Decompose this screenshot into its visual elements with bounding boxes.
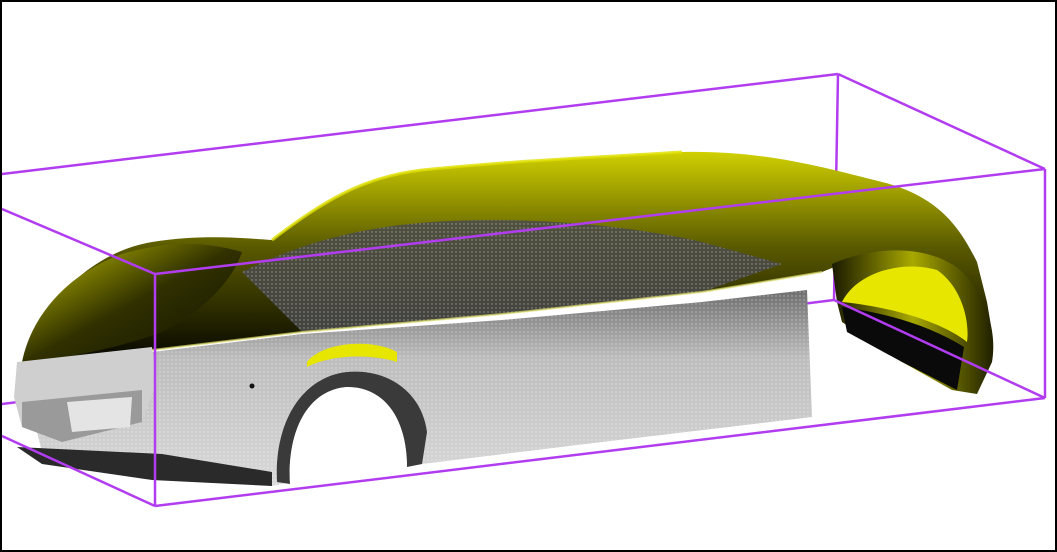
car-body [14,150,994,486]
scene-svg [2,72,1047,508]
sensor-dot [249,383,255,389]
3d-viewport[interactable] [0,0,1057,552]
